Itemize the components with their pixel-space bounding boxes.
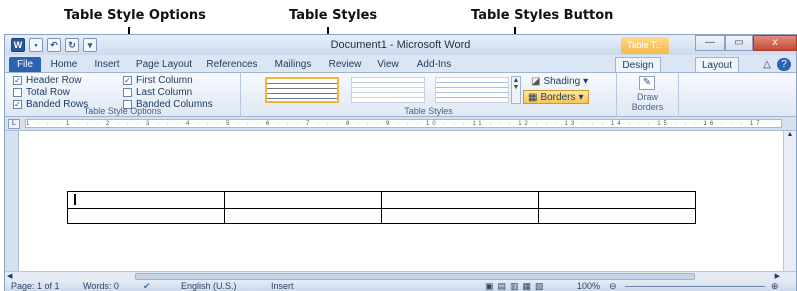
table-cell[interactable] [538,208,696,224]
tab-mailings[interactable]: Mailings [269,57,317,72]
first-column-check-icon: ✓ [123,76,132,85]
word-window: W ▪ ↶ ↻ ▾ Document1 - Microsoft Word Tab… [4,34,797,291]
page-count[interactable]: Page: 1 of 1 [11,281,60,291]
annotation-table-styles-button: Table Styles Button [471,8,614,23]
table-styles-group-label: Table Styles [404,106,453,116]
first-column-checkbox[interactable]: ✓ First Column [123,75,193,86]
table-cell[interactable] [67,191,225,209]
table-style-options-group-label: Table Style Options [83,106,162,116]
borders-label: Borders [540,91,576,103]
borders-button[interactable]: ▦ Borders ▾ [523,90,589,104]
status-bar: Page: 1 of 1 Words: 0 ✔ English (U.S.) I… [5,281,796,291]
document-table[interactable] [67,191,696,224]
tab-references[interactable]: References [201,57,263,72]
tab-home[interactable]: Home [45,57,83,72]
horizontal-ruler: L 1 · · · 1 · · · 2 · · · 3 · · · 4 · · … [5,117,796,131]
shading-label: Shading [543,76,581,87]
document-page[interactable] [19,131,785,271]
annotation-table-style-options: Table Style Options [64,8,206,23]
shading-button[interactable]: ◪ Shading ▾ [531,76,588,87]
draw-borders-group: ✎ Draw Borders [617,73,679,117]
scroll-left-icon[interactable]: ◀ [7,272,12,280]
borders-dropdown-icon: ▾ [578,91,584,103]
first-column-label: First Column [136,75,193,86]
table-styles-more-button[interactable]: ▲ ▼ [511,76,521,104]
table-style-options-group: ✓ Header Row Total Row ✓ Banded Rows ✓ F… [5,73,241,117]
header-row-check-icon: ✓ [13,76,22,85]
table-style-plain-thumbnail[interactable] [351,77,425,103]
tab-design[interactable]: Design [615,57,661,72]
view-buttons[interactable]: ▣▤▥▦▧ [485,281,548,291]
total-row-checkbox[interactable]: Total Row [13,87,70,98]
word-count[interactable]: Words: 0 [83,281,119,291]
zoom-slider[interactable] [625,286,765,287]
draw-borders-label-line2: Borders [631,102,664,112]
table-cell[interactable] [224,191,382,209]
proofing-icon[interactable]: ✔ [143,281,151,291]
vertical-ruler [5,131,19,271]
insert-mode-indicator[interactable]: Insert [271,281,294,291]
table-cell[interactable] [538,191,696,209]
ruler-tab-selector-icon[interactable]: L [8,119,20,129]
tab-layout[interactable]: Layout [695,57,739,72]
help-icon[interactable]: ? [777,58,791,71]
table-cell[interactable] [381,191,539,209]
total-row-label: Total Row [26,87,70,98]
window-title: Document1 - Microsoft Word [330,39,471,51]
tab-review[interactable]: Review [323,57,367,72]
table-row [67,208,696,224]
shading-dropdown-icon: ▾ [583,76,589,87]
scroll-thumb[interactable] [135,273,695,280]
language-indicator[interactable]: English (U.S.) [181,281,237,291]
tab-add-ins[interactable]: Add-Ins [409,57,459,72]
collapse-ribbon-icon[interactable]: △ [761,57,773,72]
table-style-light-thumbnail[interactable] [435,77,509,103]
zoom-level[interactable]: 100% [577,281,600,291]
tab-view[interactable]: View [373,57,403,72]
scroll-right-icon[interactable]: ▶ [775,272,780,280]
zoom-out-icon[interactable]: ⊖ [609,281,617,291]
header-row-checkbox[interactable]: ✓ Header Row [13,75,82,86]
last-column-label: Last Column [136,87,193,98]
tab-file[interactable]: File [9,57,41,72]
annotation-table-styles: Table Styles [289,8,378,23]
header-row-label: Header Row [26,75,82,86]
tab-page-layout[interactable]: Page Layout [131,57,197,72]
table-tools-contextual-tab: Table T... [621,37,669,54]
zoom-in-icon[interactable]: ⊕ [771,281,779,291]
borders-icon: ▦ [528,91,538,103]
table-cell[interactable] [381,208,539,224]
ruler-track[interactable]: 1 · · · 1 · · · 2 · · · 3 · · · 4 · · · … [25,119,782,128]
table-styles-group: ▲ ▼ ◪ Shading ▾ ▦ Borders ▾ Table Styles [241,73,617,117]
last-column-check-icon [123,88,132,97]
tab-insert[interactable]: Insert [87,57,127,72]
last-column-checkbox[interactable]: Last Column [123,87,192,98]
draw-borders-label-line1: Draw [636,92,658,102]
maximize-button[interactable]: ▭ [725,35,753,51]
table-style-grid-thumbnail[interactable] [265,77,339,103]
text-cursor [74,194,76,205]
draw-table-pencil-icon[interactable]: ✎ [639,76,655,90]
ribbon-tabs: File Home Insert Page Layout References … [5,55,796,72]
title-bar: W ▪ ↶ ↻ ▾ Document1 - Microsoft Word Tab… [5,35,797,55]
close-button[interactable]: x [753,35,797,51]
shading-bucket-icon: ◪ [531,76,541,87]
scroll-up-icon[interactable]: ▲ [784,131,796,138]
ribbon: ✓ Header Row Total Row ✓ Banded Rows ✓ F… [5,72,796,117]
horizontal-scrollbar[interactable]: ◀ ▶ [5,271,796,281]
vertical-scrollbar[interactable]: ▲ [783,131,796,271]
table-cell[interactable] [224,208,382,224]
total-row-check-icon [13,88,22,97]
draw-borders-label[interactable]: Draw Borders [617,92,678,112]
table-row [67,191,696,209]
minimize-button[interactable]: — [695,35,725,51]
document-area: ▲ [5,131,796,271]
table-cell[interactable] [67,208,225,224]
